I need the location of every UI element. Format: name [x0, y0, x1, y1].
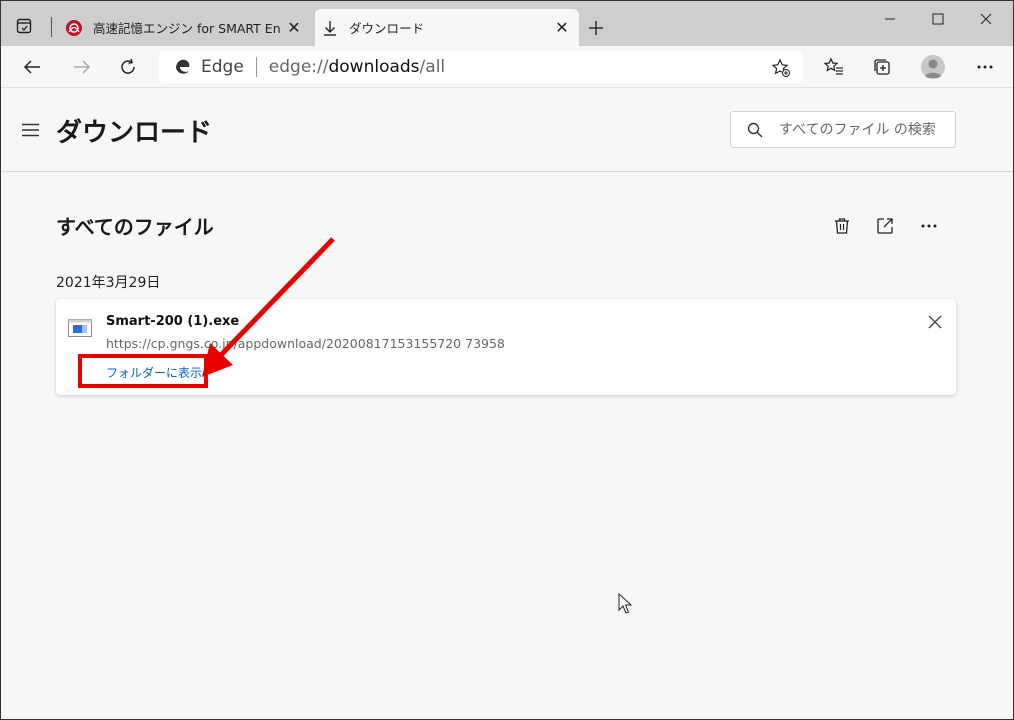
mouse-cursor-icon: [618, 592, 634, 615]
file-name-link[interactable]: Smart-200 (1).exe: [106, 314, 239, 329]
open-downloads-folder-icon[interactable]: [872, 213, 898, 239]
exe-file-icon: [68, 319, 92, 337]
tab-title: 高速記憶エンジン for SMART English: [93, 21, 281, 36]
hamburger-menu-icon[interactable]: [21, 122, 43, 140]
new-tab-button[interactable]: [583, 15, 609, 41]
date-group-label: 2021年3月29日: [56, 275, 161, 291]
page-title: ダウンロード: [56, 118, 213, 148]
red-logo-icon: [65, 19, 83, 37]
add-favorite-icon[interactable]: [770, 57, 792, 79]
close-tab-icon[interactable]: ✕: [281, 15, 307, 41]
url-scheme: edge://: [268, 57, 329, 77]
search-input[interactable]: [779, 121, 939, 138]
tab-downloads[interactable]: ダウンロード ✕: [315, 9, 579, 46]
favorites-icon[interactable]: [819, 52, 849, 82]
settings-more-icon[interactable]: [970, 52, 1000, 82]
annotation-highlight-box: [78, 354, 208, 388]
edge-logo-icon: [173, 57, 193, 77]
download-icon: [321, 19, 339, 37]
address-bar[interactable]: Edge edge://downloads/all: [159, 51, 802, 83]
back-icon[interactable]: [17, 52, 47, 82]
tab-title: ダウンロード: [349, 21, 425, 36]
remove-item-icon[interactable]: [924, 311, 946, 333]
section-title: すべてのファイル: [56, 215, 214, 239]
tab-actions-icon[interactable]: [13, 15, 35, 37]
forward-icon[interactable]: [67, 52, 97, 82]
source-url: https://cp.gngs.co.jp/appdownload/202008…: [106, 336, 505, 351]
url-path: /all: [419, 57, 446, 77]
more-options-icon[interactable]: [916, 213, 942, 239]
address-separator: [255, 57, 257, 77]
maximize-button[interactable]: [915, 5, 961, 33]
delete-all-icon[interactable]: [829, 213, 855, 239]
collections-icon[interactable]: [867, 52, 897, 82]
browser-toolbar: Edge edge://downloads/all: [1, 46, 1013, 88]
tab-bar: 高速記憶エンジン for SMART English ✕ ダウンロード ✕: [1, 1, 1013, 46]
close-window-button[interactable]: [963, 5, 1009, 33]
tab-separator: [51, 17, 52, 37]
search-box[interactable]: [730, 111, 956, 148]
page-header: ダウンロード: [1, 88, 1013, 172]
edge-label: Edge: [201, 57, 244, 77]
minimize-button[interactable]: [867, 5, 913, 33]
profile-avatar[interactable]: [921, 55, 945, 79]
refresh-icon[interactable]: [113, 52, 143, 82]
url-host: downloads: [328, 57, 420, 77]
search-icon: [745, 120, 765, 140]
tab-smart-english[interactable]: 高速記憶エンジン for SMART English ✕: [59, 9, 311, 46]
close-tab-icon[interactable]: ✕: [549, 15, 575, 41]
